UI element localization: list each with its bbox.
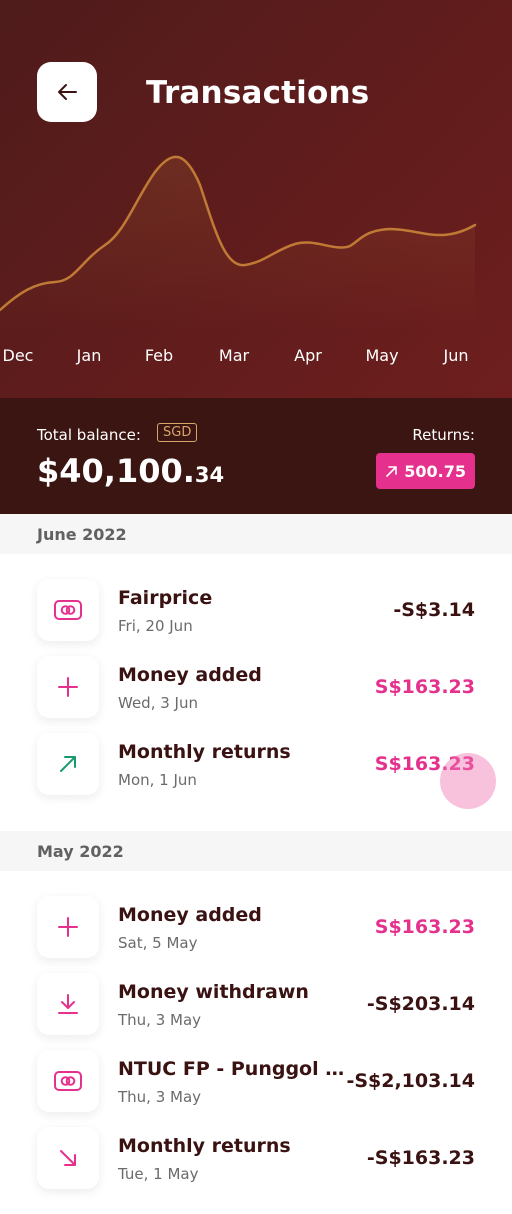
transaction-row[interactable]: Money withdrawn Thu, 3 May -S$203.14	[0, 973, 512, 1035]
x-tick-label: Jan	[76, 346, 102, 365]
transaction-icon-tile	[37, 579, 99, 641]
chart-header: Transactions Dec Jan Feb Mar Apr May Jun	[0, 0, 512, 398]
transaction-icon-tile	[37, 656, 99, 718]
transaction-icon-tile	[37, 973, 99, 1035]
balance-label: Total balance:	[37, 426, 141, 444]
transaction-date: Sat, 5 May	[118, 934, 198, 952]
transaction-name: NTUC FP - Punggol Oa...	[118, 1058, 352, 1080]
transaction-name: Money added	[118, 664, 262, 686]
transaction-amount: -S$3.14	[393, 599, 475, 621]
transaction-icon-tile	[37, 1050, 99, 1112]
balance-amount-dec: 34	[194, 463, 225, 487]
x-tick-label: Dec	[2, 346, 34, 365]
x-tick-label: Apr	[294, 346, 322, 365]
card-icon	[54, 1071, 82, 1091]
arrow-left-icon	[58, 84, 77, 100]
returns-label: Returns:	[412, 426, 475, 444]
transaction-row[interactable]: NTUC FP - Punggol Oa... Thu, 3 May -S$2,…	[0, 1050, 512, 1112]
transaction-date: Tue, 1 May	[118, 1165, 199, 1183]
transaction-amount: S$163.23	[374, 676, 475, 698]
card-icon	[54, 600, 82, 620]
back-button[interactable]	[37, 62, 97, 122]
plus-icon	[58, 677, 78, 697]
plus-icon	[58, 917, 78, 937]
transaction-name: Money withdrawn	[118, 981, 309, 1003]
transaction-amount: -S$163.23	[366, 1147, 475, 1169]
returns-value: 500.75	[404, 461, 466, 481]
arrow-up-right-icon	[60, 756, 76, 772]
balance-amount: $40,100.34	[37, 452, 224, 490]
section-header: May 2022	[0, 831, 512, 871]
balance-chart	[0, 155, 477, 330]
section-title: June 2022	[37, 525, 127, 544]
download-icon	[58, 994, 78, 1014]
transaction-name: Monthly returns	[118, 741, 291, 763]
transaction-row[interactable]: Monthly returns Mon, 1 Jun S$163.23	[0, 733, 512, 795]
currency-badge: SGD	[157, 423, 198, 442]
transaction-name: Money added	[118, 904, 262, 926]
transaction-date: Fri, 20 Jun	[118, 617, 193, 635]
page-title: Transactions	[146, 75, 370, 111]
transaction-amount: -S$2,103.14	[346, 1070, 475, 1092]
touch-indicator	[440, 753, 496, 809]
transaction-row[interactable]: Monthly returns Tue, 1 May -S$163.23	[0, 1127, 512, 1189]
transaction-icon-tile	[37, 1127, 99, 1189]
x-tick-label: Mar	[218, 346, 250, 365]
transaction-amount: -S$203.14	[366, 993, 475, 1015]
transaction-name: Monthly returns	[118, 1135, 291, 1157]
section-title: May 2022	[37, 842, 124, 861]
x-tick-label: May	[365, 346, 399, 365]
transaction-date: Wed, 3 Jun	[118, 694, 198, 712]
transaction-icon-tile	[37, 733, 99, 795]
x-tick-label: Feb	[144, 346, 174, 365]
transaction-amount: S$163.23	[374, 916, 475, 938]
transaction-date: Mon, 1 Jun	[118, 771, 197, 789]
balance-amount-int: $40,100.	[37, 452, 195, 490]
transaction-date: Thu, 3 May	[118, 1011, 202, 1029]
section-header: June 2022	[0, 514, 512, 554]
arrow-up-right-icon	[386, 465, 398, 477]
chart-x-axis: Dec Jan Feb Mar Apr May Jun	[0, 346, 512, 370]
transaction-date: Thu, 3 May	[118, 1088, 202, 1106]
transaction-row[interactable]: Fairprice Fri, 20 Jun -S$3.14	[0, 579, 512, 641]
returns-badge: 500.75	[376, 453, 475, 489]
arrow-down-right-icon	[60, 1150, 76, 1166]
transaction-icon-tile	[37, 896, 99, 958]
balance-panel: Total balance: SGD $40,100.34 Returns: 5…	[0, 398, 512, 514]
transaction-name: Fairprice	[118, 587, 213, 609]
x-tick-label: Jun	[443, 346, 469, 365]
transaction-row[interactable]: Money added Sat, 5 May S$163.23	[0, 896, 512, 958]
transaction-row[interactable]: Money added Wed, 3 Jun S$163.23	[0, 656, 512, 718]
chart-area	[0, 156, 475, 330]
